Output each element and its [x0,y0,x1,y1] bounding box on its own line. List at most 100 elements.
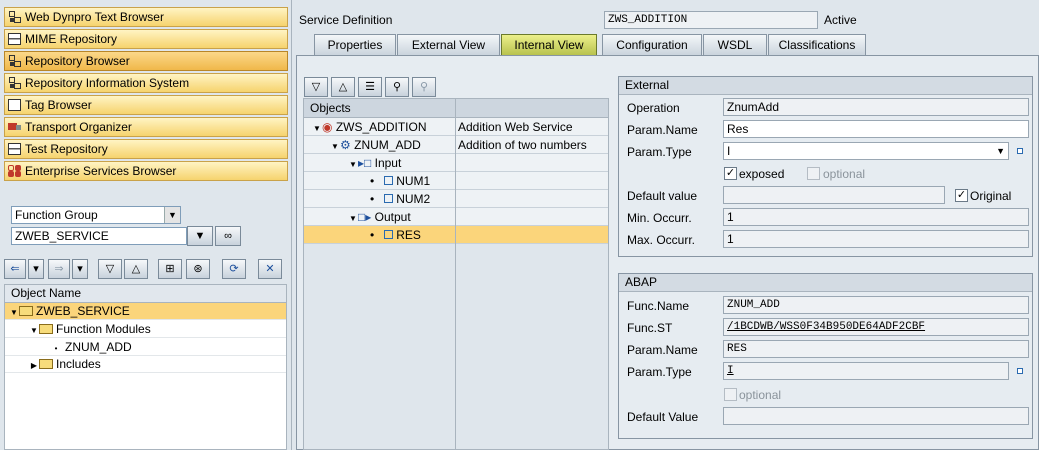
param-type-select[interactable]: I ▼ [723,142,1009,160]
bullet-icon: • [370,174,375,188]
default-value-field[interactable] [723,186,945,204]
tab-properties[interactable]: Properties [314,34,396,55]
collapse-icon: ▽ [311,81,321,93]
external-group-title: External [619,77,1032,95]
abap-param-type-field[interactable]: I [723,362,1009,380]
find-next-button[interactable]: ⚲ [412,77,436,97]
tab-classifications[interactable]: Classifications [768,34,866,55]
enterprise-services-icon [8,165,21,177]
abap-default-value-field[interactable] [723,407,1029,425]
expand-all-button[interactable]: △ [331,77,355,97]
object-tree: Object Name ▼ ZWEB_SERVICE ▼ Function Modu… [4,284,287,450]
abap-param-name-field[interactable]: RES [723,340,1029,358]
arrow-left-icon: ⇐ [10,263,20,275]
tag-icon [8,99,21,111]
nav-repository-information-system[interactable]: Repository Information System [4,73,288,93]
column-divider [455,99,456,449]
func-st-label: Func.ST [627,321,673,335]
original-label: Original [970,189,1012,203]
abap-optional-checkbox[interactable] [724,388,737,401]
collapse-all-button[interactable]: ▽ [304,77,328,97]
object-name-input[interactable]: ZWEB_SERVICE [11,227,187,245]
nav-web-dynpro-text-browser[interactable]: Web Dynpro Text Browser [4,7,288,27]
tree-row-includes[interactable]: ▶ Includes [5,356,286,373]
abap-group-title: ABAP [619,274,1032,292]
tree-icon [8,55,21,67]
forward-menu-button[interactable]: ▾ [72,259,88,279]
tab-internal-view[interactable]: Internal View [501,34,597,55]
forward-button[interactable]: ⇒ [48,259,70,279]
tree-row-operation[interactable]: ▼⚙ ZNUM_ADD Addition of two numbers [304,136,608,154]
bullet-icon: • [370,228,375,242]
tree-row-function-module[interactable]: • ZNUM_ADD [5,339,286,356]
tab-wsdl[interactable]: WSDL [703,34,767,55]
tree-row-param-selected[interactable]: • RES [304,226,608,244]
chevron-right-icon[interactable]: ▶ [29,357,39,374]
tree-row-param[interactable]: • NUM2 [304,190,608,208]
max-occurr-field[interactable]: 1 [723,230,1029,248]
operation-field[interactable]: ZnumAdd [723,98,1029,116]
tree-icon [8,11,21,23]
abap-optional-label: optional [739,388,782,402]
tree-row-input[interactable]: ▼▸□ Input [304,154,608,172]
chevron-down-icon[interactable]: ▼ [29,322,39,339]
object-type-select[interactable]: Function Group ▼ [11,206,181,224]
tab-external-view[interactable]: External View [397,34,500,55]
chevron-down-icon[interactable]: ▼ [996,143,1005,159]
chevron-down-icon[interactable]: ▼ [9,304,19,321]
nav-test-repository[interactable]: Test Repository [4,139,288,159]
abap-param-name-label: Param.Name [627,343,698,357]
expand-icon: △ [338,81,348,93]
collapse-button[interactable]: ▽ [98,259,122,279]
tab-configuration[interactable]: Configuration [602,34,702,55]
parameter-icon [384,176,394,185]
min-occurr-field[interactable]: 1 [723,208,1029,226]
service-objects-tree: Objects ▼◉ ZWS_ADDITION Addition Web Ser… [303,98,609,450]
nav-enterprise-services-browser[interactable]: Enterprise Services Browser [4,161,288,181]
tree-row-output[interactable]: ▼□▸ Output [304,208,608,226]
display-button[interactable]: ∞ [215,226,241,246]
close-button[interactable]: ✕ [258,259,282,279]
optional-checkbox[interactable] [807,167,820,180]
tree-row-service[interactable]: ▼◉ ZWS_ADDITION Addition Web Service [304,118,608,136]
input-icon: ▸□ [358,156,372,170]
exposed-label: exposed [739,167,785,181]
nav-transport-organizer[interactable]: Transport Organizer [4,117,288,137]
hierarchy-button[interactable]: ⊞ [158,259,182,279]
nav-mime-repository[interactable]: MIME Repository [4,29,288,49]
exposed-checkbox[interactable]: ✓ [724,167,737,180]
expand-icon: △ [131,263,141,275]
chevron-down-icon[interactable]: ▼ [164,207,180,223]
param-name-input[interactable]: Res [723,120,1029,138]
tree-row-function-group[interactable]: ▼ ZWEB_SERVICE [5,303,286,320]
tree-row-function-modules[interactable]: ▼ Function Modules [5,321,286,338]
find-button[interactable]: ⚲ [385,77,409,97]
status-text: Active [824,13,857,27]
service-definition-field[interactable]: ZWS_ADDITION [604,11,818,29]
func-name-field[interactable]: ZNUM_ADD [723,296,1029,314]
service-definition-label: Service Definition [299,13,393,27]
find-next-icon: ⚲ [419,81,429,93]
object-name-dropdown-button[interactable]: ▼ [187,226,213,246]
param-name-label: Param.Name [627,123,698,137]
repository-navigation-panel: Web Dynpro Text Browser MIME Repository … [0,0,292,450]
close-icon: ✕ [265,263,275,275]
back-menu-button[interactable]: ▾ [28,259,44,279]
display-object-list-button[interactable]: ⊛ [186,259,210,279]
object-list-icon: ⊛ [193,263,203,275]
nav-repository-browser[interactable]: Repository Browser [4,51,288,71]
details-button[interactable]: ☰ [358,77,382,97]
details-icon: ☰ [365,81,375,93]
operation-label: Operation [627,101,680,115]
info-marker-icon [1017,148,1023,154]
original-checkbox[interactable]: ✓ [955,189,968,202]
truck-icon [8,121,21,133]
nav-tag-browser[interactable]: Tag Browser [4,95,288,115]
tree-row-param[interactable]: • NUM1 [304,172,608,190]
service-icon: ◉ [322,120,333,134]
expand-button[interactable]: △ [124,259,148,279]
service-tree-header: Objects [304,99,608,118]
back-button[interactable]: ⇐ [4,259,26,279]
func-st-link[interactable]: /1BCDWB/WSS0F34B950DE64ADF2CBF [723,318,1029,336]
refresh-button[interactable]: ⟳ [222,259,246,279]
